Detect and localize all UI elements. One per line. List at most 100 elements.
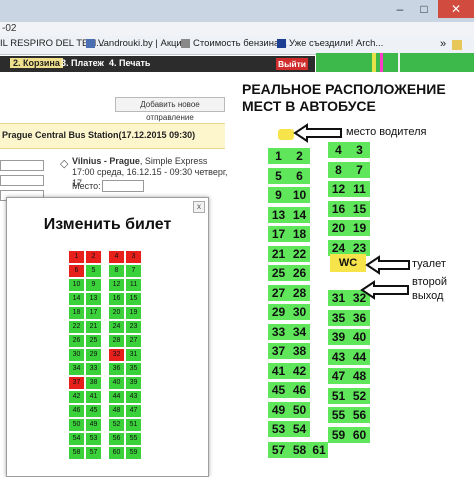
step-cart[interactable]: 2. Корзина: [10, 58, 63, 68]
seat-cell[interactable]: 38: [86, 377, 101, 389]
page-icon: [86, 39, 95, 48]
seat-cell[interactable]: 17: [86, 307, 101, 319]
route-carrier: , Simple Express: [139, 156, 208, 166]
seat-cell[interactable]: 44: [109, 391, 124, 403]
minimize-icon[interactable]: –: [390, 0, 410, 18]
seat-cell[interactable]: 22: [69, 321, 84, 333]
seat-cell[interactable]: 60: [109, 447, 124, 459]
seat-cell[interactable]: 11: [126, 279, 141, 291]
seat-cell[interactable]: 1: [69, 251, 84, 263]
bus-seat: 21: [268, 246, 289, 262]
seat-cell[interactable]: 42: [69, 391, 84, 403]
seat-cell[interactable]: 19: [126, 307, 141, 319]
left-seat-column: 1 2 5 6 9 10 13 14 17 18 21 22 25 26 27 28 29 30 33 34 37 38 4…: [268, 148, 328, 458]
seat-cell[interactable]: 3: [126, 251, 141, 263]
bookmark-item[interactable]: Vandrouki.by | Акци...: [86, 38, 190, 49]
seat-cell[interactable]: 12: [109, 279, 124, 291]
bus-seat: 53: [268, 421, 289, 437]
bus-seat: 18: [289, 226, 310, 242]
seat-cell[interactable]: 28: [109, 335, 124, 347]
seat-cell[interactable]: 43: [126, 391, 141, 403]
folder-icon[interactable]: [452, 40, 462, 50]
seat-cell[interactable]: 45: [86, 405, 101, 417]
seat-cell[interactable]: 46: [69, 405, 84, 417]
seat-cell[interactable]: 26: [69, 335, 84, 347]
seat-cell[interactable]: 31: [126, 349, 141, 361]
exit-button[interactable]: Выйти: [276, 58, 308, 70]
seat-cell[interactable]: 34: [69, 363, 84, 375]
seat-cell[interactable]: 41: [86, 391, 101, 403]
bus-seat: 43: [328, 349, 349, 365]
seat-cell[interactable]: 58: [69, 447, 84, 459]
seat-cell[interactable]: 59: [126, 447, 141, 459]
seat-cell[interactable]: 25: [86, 335, 101, 347]
layout-title-line1: РЕАЛЬНОЕ РАСПОЛОЖЕНИЕ: [242, 81, 446, 97]
seat-cell[interactable]: 32: [109, 349, 124, 361]
maximize-icon[interactable]: □: [414, 0, 434, 18]
seat-cell[interactable]: 6: [69, 265, 84, 277]
seat-cell[interactable]: 36: [109, 363, 124, 375]
bus-seat: 11: [349, 181, 370, 197]
bus-seat: 55: [328, 407, 349, 423]
seat-cell[interactable]: 4: [109, 251, 124, 263]
seat-cell[interactable]: 53: [86, 433, 101, 445]
seat-cell[interactable]: 15: [126, 293, 141, 305]
bus-seat: 30: [289, 304, 310, 320]
eu-flag-icon: [277, 39, 286, 48]
seat-cell[interactable]: 7: [126, 265, 141, 277]
seat-cell[interactable]: 13: [86, 293, 101, 305]
bus-seat: 51: [328, 388, 349, 404]
seat-cell[interactable]: 18: [69, 307, 84, 319]
form-field[interactable]: [0, 175, 44, 186]
seat-cell[interactable]: 10: [69, 279, 84, 291]
dialog-title: Изменить билет: [43, 216, 172, 233]
seat-input[interactable]: [102, 180, 144, 192]
close-window-icon[interactable]: ✕: [438, 0, 474, 18]
seat-cell[interactable]: 48: [109, 405, 124, 417]
seat-cell[interactable]: 20: [109, 307, 124, 319]
seat-cell[interactable]: 16: [109, 293, 124, 305]
bookmark-item[interactable]: Стоимость бензина...: [181, 38, 287, 49]
bus-seat: 57: [268, 442, 289, 458]
seat-cell[interactable]: 39: [126, 377, 141, 389]
bus-seat: 52: [349, 388, 370, 404]
bus-seat: 22: [289, 246, 310, 262]
seat-cell[interactable]: 8: [109, 265, 124, 277]
seat-cell[interactable]: 5: [86, 265, 101, 277]
seat-cell[interactable]: 9: [86, 279, 101, 291]
seat-cell[interactable]: 33: [86, 363, 101, 375]
seat-cell[interactable]: 29: [86, 349, 101, 361]
seat-cell[interactable]: 40: [109, 377, 124, 389]
color-stripe: [380, 53, 383, 72]
form-field[interactable]: [0, 160, 44, 171]
seat-cell[interactable]: 21: [86, 321, 101, 333]
driver-seat: [278, 129, 294, 140]
add-departure-button[interactable]: Добавить новое отправление: [115, 97, 225, 122]
seat-cell[interactable]: 2: [86, 251, 101, 263]
step-print[interactable]: 4. Печать: [109, 58, 150, 68]
address-bar[interactable]: -02: [0, 22, 474, 37]
seat-cell[interactable]: 47: [126, 405, 141, 417]
seat-map: 1 2 4 3 6 5 8 7 10 9 12 11 14 13 16 15 18 17 20 19 22 21 24 23 2…: [69, 251, 141, 461]
bus-seat: 3: [349, 142, 370, 158]
seat-cell[interactable]: 24: [109, 321, 124, 333]
close-icon[interactable]: x: [193, 201, 205, 213]
seat-cell[interactable]: 54: [69, 433, 84, 445]
seat-cell[interactable]: 35: [126, 363, 141, 375]
seat-cell[interactable]: 27: [126, 335, 141, 347]
seat-cell[interactable]: 23: [126, 321, 141, 333]
seat-cell[interactable]: 30: [69, 349, 84, 361]
seat-cell[interactable]: 57: [86, 447, 101, 459]
seat-cell[interactable]: 49: [86, 419, 101, 431]
seat-cell[interactable]: 56: [109, 433, 124, 445]
wc-marker: WC: [330, 254, 366, 272]
seat-cell[interactable]: 14: [69, 293, 84, 305]
seat-cell[interactable]: 52: [109, 419, 124, 431]
step-payment[interactable]: 3. Платеж: [61, 58, 104, 68]
seat-cell[interactable]: 50: [69, 419, 84, 431]
bookmark-item[interactable]: Уже съездили! Arch...: [277, 38, 383, 49]
chevron-right-icon[interactable]: »: [440, 38, 446, 50]
seat-cell[interactable]: 37: [69, 377, 84, 389]
seat-cell[interactable]: 51: [126, 419, 141, 431]
seat-cell[interactable]: 55: [126, 433, 141, 445]
